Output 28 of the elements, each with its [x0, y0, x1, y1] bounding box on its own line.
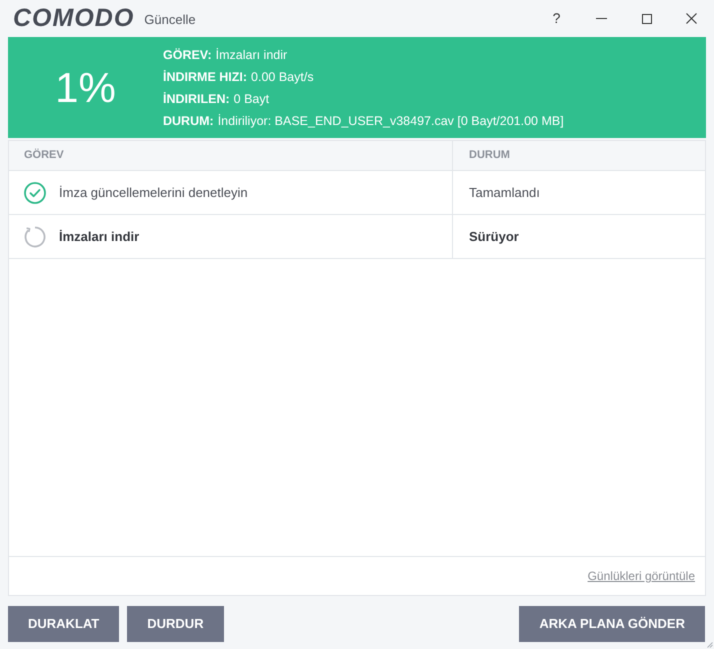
help-button[interactable]: ? [534, 0, 579, 37]
window-title: Güncelle [144, 11, 196, 30]
minimize-icon [596, 18, 607, 19]
info-label: İNDIRILEN: [163, 90, 230, 106]
check-circle-icon [24, 182, 46, 204]
info-value: 0.00 Bayt/s [251, 68, 314, 84]
task-status: Tamamlandı [469, 184, 540, 202]
task-status: Sürüyor [469, 228, 519, 246]
refresh-icon [24, 226, 46, 248]
view-logs-link[interactable]: Günlükleri görüntüle [588, 567, 695, 585]
info-label: İNDIRME HIZI: [163, 68, 248, 84]
resize-grip-icon [707, 642, 713, 648]
info-value: 0 Bayt [234, 90, 270, 106]
action-button[interactable]: DURDUR [127, 606, 224, 642]
progress-percent: 1% [55, 66, 116, 108]
info-value: İndiriliyor: BASE_END_USER_v38497.cav [0 Bayt/201.00 MB] [218, 112, 564, 128]
task-name: İmza güncellemelerini denetleyin [59, 184, 248, 202]
info-label: DURUM: [163, 112, 214, 128]
action-button[interactable]: ARKA PLANA GÖNDER [519, 606, 705, 642]
info-label: GÖREV: [163, 46, 212, 62]
info-value: İmzaları indir [216, 46, 288, 62]
close-icon [686, 13, 697, 24]
logo: COMODO [13, 6, 134, 31]
column-header: GÖREV [24, 148, 64, 164]
maximize-icon [642, 14, 652, 24]
action-button[interactable]: DURAKLAT [8, 606, 120, 642]
column-header: DURUM [469, 148, 510, 164]
task-name: İmzaları indir [59, 228, 140, 246]
